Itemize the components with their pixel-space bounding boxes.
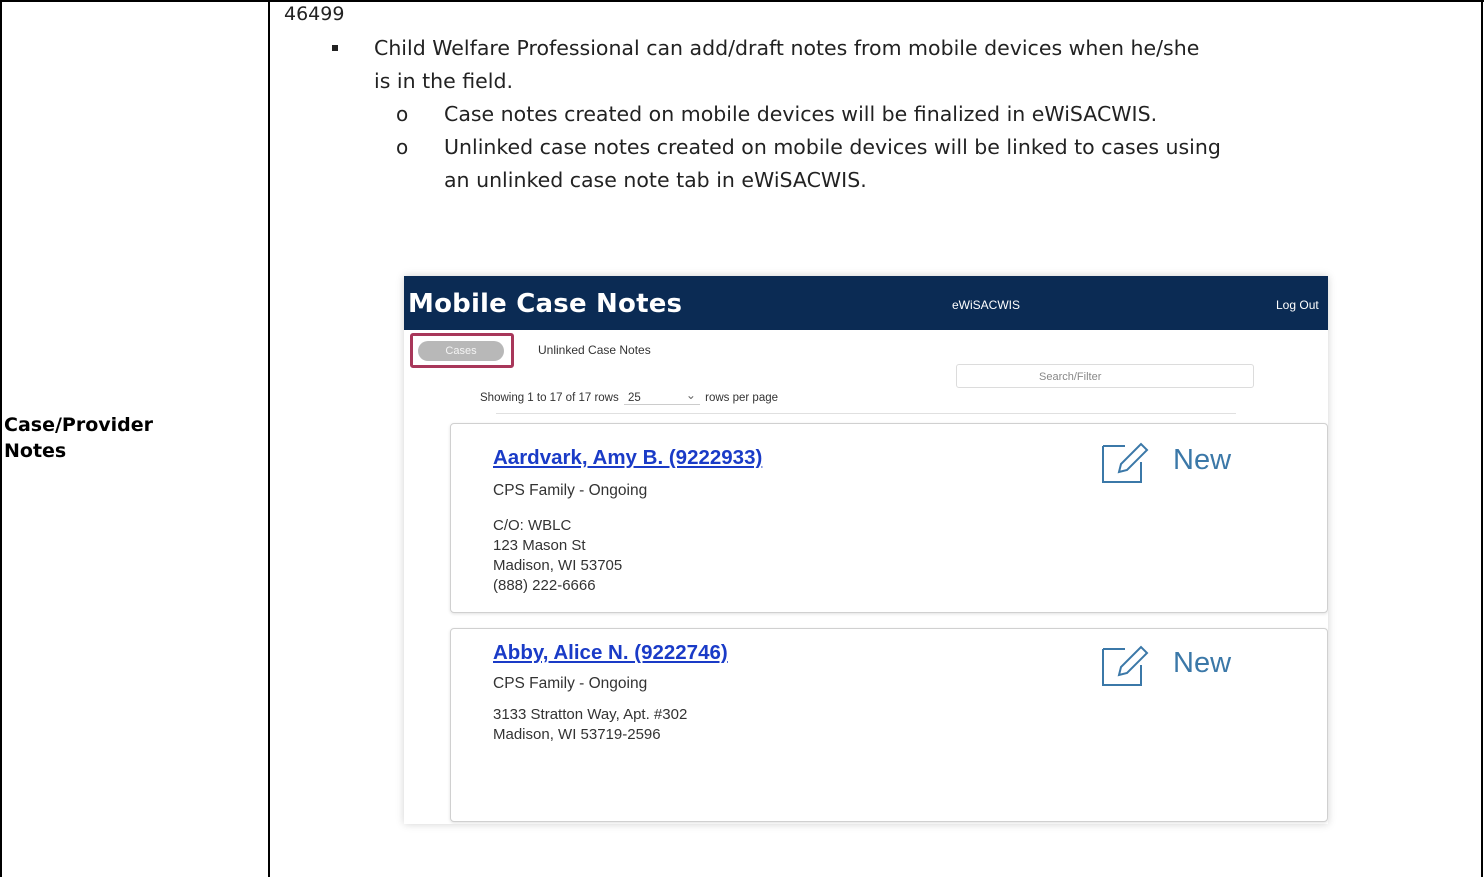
square-bullet-icon	[332, 45, 338, 51]
sub-bullet-text: Unlinked case notes created on mobile de…	[444, 135, 1221, 159]
address-line: Madison, WI 53705	[493, 557, 623, 574]
new-note-button[interactable]: New	[1097, 438, 1277, 488]
address-line: 123 Mason St	[493, 537, 586, 554]
address-line: (888) 222-6666	[493, 577, 596, 594]
brand-link[interactable]: eWiSACWIS	[952, 298, 1020, 312]
rows-per-page-label: rows per page	[705, 392, 779, 404]
rows-per-page-select[interactable]: 25 ⌄	[623, 388, 700, 405]
section-label-line1: Case/Provider	[4, 414, 154, 436]
case-address: C/O: WBLC 123 Mason St Madison, WI 53705…	[493, 516, 622, 596]
tab-cases-highlight: Cases	[410, 333, 514, 368]
bullet-text-cont: is in the field.	[374, 69, 514, 93]
new-note-button[interactable]: New	[1097, 641, 1277, 691]
showing-text: Showing 1 to 17 of 17 rows	[480, 392, 619, 404]
new-note-label: New	[1173, 647, 1232, 679]
case-type: CPS Family - Ongoing	[493, 675, 648, 692]
bullet-item: Child Welfare Professional can add/draft…	[284, 32, 1464, 65]
requirement-id: 46499	[284, 3, 345, 25]
section-label-line2: Notes	[4, 440, 67, 462]
edit-note-icon	[1102, 645, 1149, 686]
requirement-bullets: Child Welfare Professional can add/draft…	[284, 32, 1464, 197]
sub-bullet-item: o Case notes created on mobile devices w…	[284, 98, 1464, 131]
address-line: Madison, WI 53719-2596	[493, 726, 661, 743]
chevron-down-icon: ⌄	[685, 388, 696, 402]
section-label: Case/Provider Notes	[4, 412, 264, 464]
table-column-divider	[268, 0, 270, 877]
tab-unlinked-case-notes[interactable]: Unlinked Case Notes	[538, 343, 651, 357]
divider	[496, 413, 1236, 414]
tab-cases[interactable]: Cases	[418, 341, 504, 361]
table-border-left	[0, 0, 2, 877]
table-border-right	[1481, 0, 1483, 877]
circle-bullet-icon: o	[396, 102, 409, 126]
logout-link[interactable]: Log Out	[1276, 298, 1319, 312]
new-note-label: New	[1173, 444, 1232, 476]
app-header: Mobile Case Notes eWiSACWIS Log Out	[404, 276, 1328, 330]
bullet-item-continued: is in the field.	[284, 65, 1464, 98]
sub-bullet-text: Case notes created on mobile devices wil…	[444, 102, 1158, 126]
pagination-info: Showing 1 to 17 of 17 rows 25 ⌄ rows per…	[480, 388, 779, 405]
case-address: 3133 Stratton Way, Apt. #302 Madison, WI…	[493, 705, 687, 745]
circle-bullet-icon: o	[396, 135, 409, 159]
edit-note-icon	[1102, 442, 1149, 483]
case-name-link[interactable]: Aardvark, Amy B. (9222933)	[493, 446, 762, 470]
search-input[interactable]: Search/Filter	[956, 364, 1254, 388]
mobile-app-screenshot: Mobile Case Notes eWiSACWIS Log Out Case…	[404, 276, 1328, 824]
app-title: Mobile Case Notes	[408, 289, 683, 319]
case-type: CPS Family - Ongoing	[493, 482, 648, 499]
case-card: Aardvark, Amy B. (9222933) CPS Family - …	[450, 423, 1328, 613]
case-name-link[interactable]: Abby, Alice N. (9222746)	[493, 641, 728, 665]
sub-bullet-item: o Unlinked case notes created on mobile …	[284, 131, 1464, 197]
bullet-text: Child Welfare Professional can add/draft…	[374, 36, 1200, 60]
address-line: C/O: WBLC	[493, 517, 572, 534]
rows-per-page-value: 25	[627, 392, 641, 404]
table-border-top	[0, 0, 1484, 2]
sub-bullet-text-cont: an unlinked case note tab in eWiSACWIS.	[444, 168, 867, 192]
address-line: 3133 Stratton Way, Apt. #302	[493, 706, 688, 723]
case-card: Abby, Alice N. (9222746) CPS Family - On…	[450, 628, 1328, 822]
